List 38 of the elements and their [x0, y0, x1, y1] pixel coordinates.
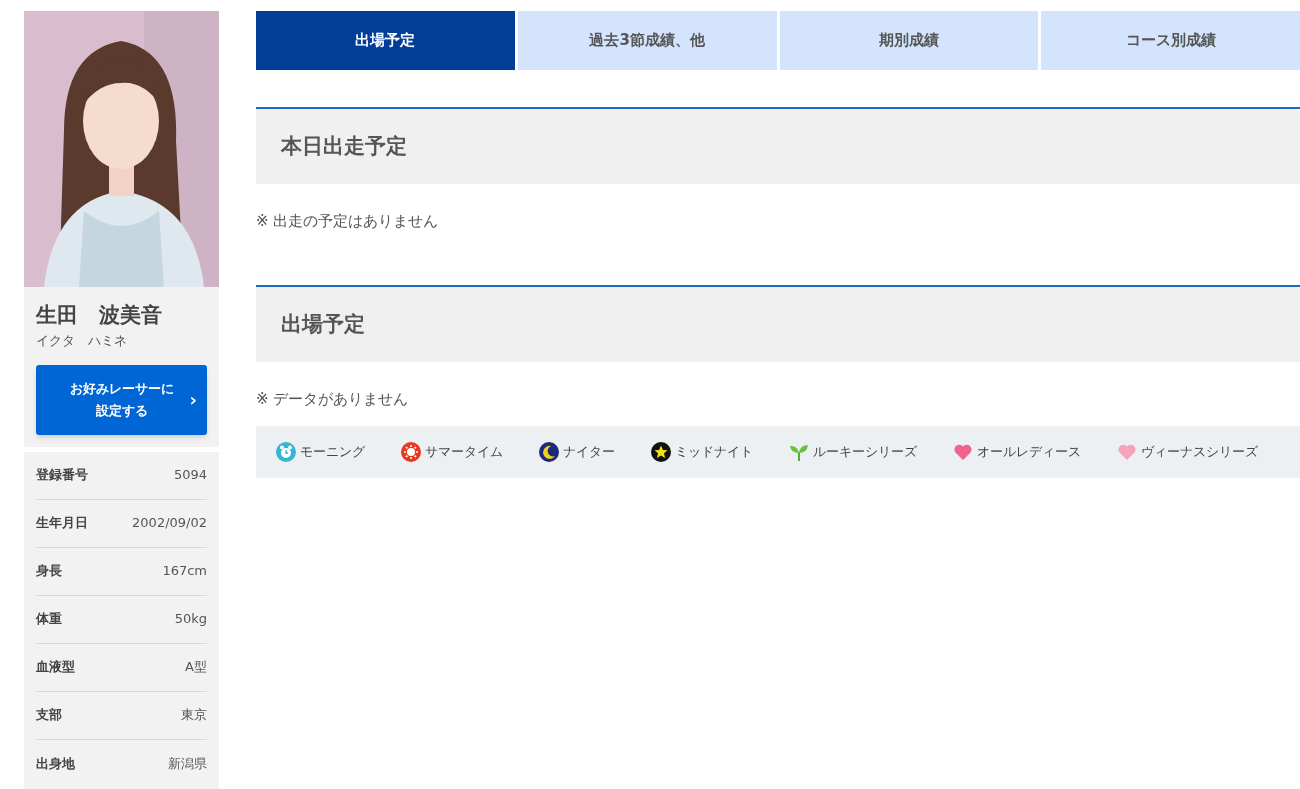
detail-label: 血液型	[36, 658, 75, 677]
legend-label: モーニング	[300, 443, 365, 462]
heart-icon	[953, 442, 973, 462]
detail-label: 身長	[36, 562, 62, 581]
detail-value: A型	[185, 658, 207, 677]
racer-kana: イクタ ハミネ	[36, 332, 128, 350]
heart-icon	[1117, 442, 1137, 462]
detail-value: 2002/09/02	[132, 514, 207, 533]
detail-value: 新潟県	[168, 754, 207, 773]
tab[interactable]: コース別成績	[1041, 11, 1300, 70]
legend-label: サマータイム	[425, 443, 503, 462]
empty-note: ※ データがありません	[256, 390, 409, 408]
detail-value: 167cm	[162, 562, 207, 581]
sun-icon	[401, 442, 421, 462]
tab[interactable]: 出場予定	[256, 11, 515, 70]
legend-label: ヴィーナスシリーズ	[1141, 443, 1258, 462]
detail-label: 体重	[36, 610, 62, 629]
tab[interactable]: 過去3節成績、他	[517, 11, 777, 70]
favorite-button[interactable]: お好みレーサーに 設定する ›	[36, 364, 207, 435]
racer-name: 生田 波美音	[36, 302, 163, 329]
detail-label: 支部	[36, 706, 62, 725]
detail-value: 東京	[181, 706, 207, 725]
sprout-icon	[789, 442, 809, 462]
detail-label: 生年月日	[36, 514, 88, 533]
clock-icon	[276, 442, 296, 462]
detail-label: 登録番号	[36, 466, 88, 485]
legend-label: ミッドナイト	[675, 443, 753, 462]
section-title: 本日出走予定	[281, 132, 407, 160]
tab[interactable]: 期別成績	[779, 11, 1039, 70]
empty-note: ※ 出走の予定はありません	[256, 212, 439, 230]
legend-label: オールレディース	[977, 443, 1081, 462]
legend-label: ナイター	[563, 443, 615, 462]
detail-label: 出身地	[36, 754, 75, 773]
legend-label: ルーキーシリーズ	[813, 443, 917, 462]
section-title: 出場予定	[281, 310, 365, 338]
detail-value: 5094	[173, 466, 207, 485]
moon-icon	[539, 442, 559, 462]
detail-value: 50kg	[174, 610, 207, 629]
